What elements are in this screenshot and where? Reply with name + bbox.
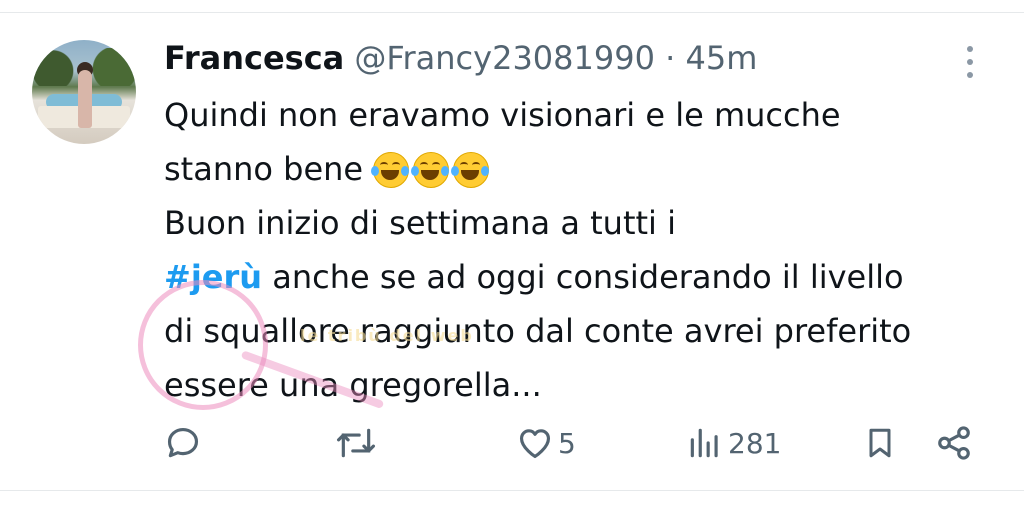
text-line-2: stanno bene [164, 142, 994, 196]
like-button[interactable]: 5 [516, 416, 576, 470]
text-line-4: #jerù anche se ad oggi considerando il l… [164, 250, 994, 304]
view-count: 281 [728, 426, 782, 460]
heart-icon [519, 429, 551, 459]
laughing-tears-emoji-icon [451, 152, 491, 188]
tweet-header: Francesca @Francy23081990 · 45m [164, 36, 757, 80]
like-count: 5 [558, 426, 576, 460]
reply-icon [167, 427, 199, 458]
separator-dot: · [665, 39, 676, 77]
timestamp[interactable]: 45m [685, 39, 757, 77]
tweet-text: Quindi non eravamo visionari e le mucche… [164, 88, 994, 412]
text-line-1: Quindi non eravamo visionari e le mucche [164, 96, 841, 134]
text-line-6: essere una gregorella... [164, 366, 542, 404]
views-button[interactable]: 281 [686, 416, 781, 470]
bookmark-button[interactable] [862, 416, 898, 470]
text-line-5: di squallore raggiunto dal conte avrei p… [164, 312, 912, 350]
share-button[interactable] [934, 416, 974, 470]
text-line-2-text: stanno bene [164, 150, 364, 188]
avatar[interactable] [32, 40, 136, 144]
author-handle[interactable]: @Francy23081990 [354, 39, 655, 77]
laughing-tears-emoji-icon [411, 152, 451, 188]
retweet-button[interactable] [334, 416, 378, 470]
laughing-tears-emoji-icon [371, 152, 411, 188]
top-divider [0, 12, 1024, 13]
more-vertical-icon[interactable] [960, 42, 980, 82]
share-icon [938, 426, 970, 460]
text-line-4-rest: anche se ad oggi considerando il livello [262, 258, 904, 296]
reply-button[interactable] [164, 416, 202, 470]
hashtag-link[interactable]: #jerù [164, 258, 262, 296]
tweet-actions: 5 281 [0, 416, 1024, 470]
text-line-3: Buon inizio di settimana a tutti i [164, 204, 676, 242]
bottom-divider [0, 490, 1024, 491]
author-name[interactable]: Francesca [164, 39, 344, 77]
bookmark-icon [869, 428, 891, 458]
views-icon [690, 428, 718, 458]
retweet-icon [337, 428, 375, 458]
